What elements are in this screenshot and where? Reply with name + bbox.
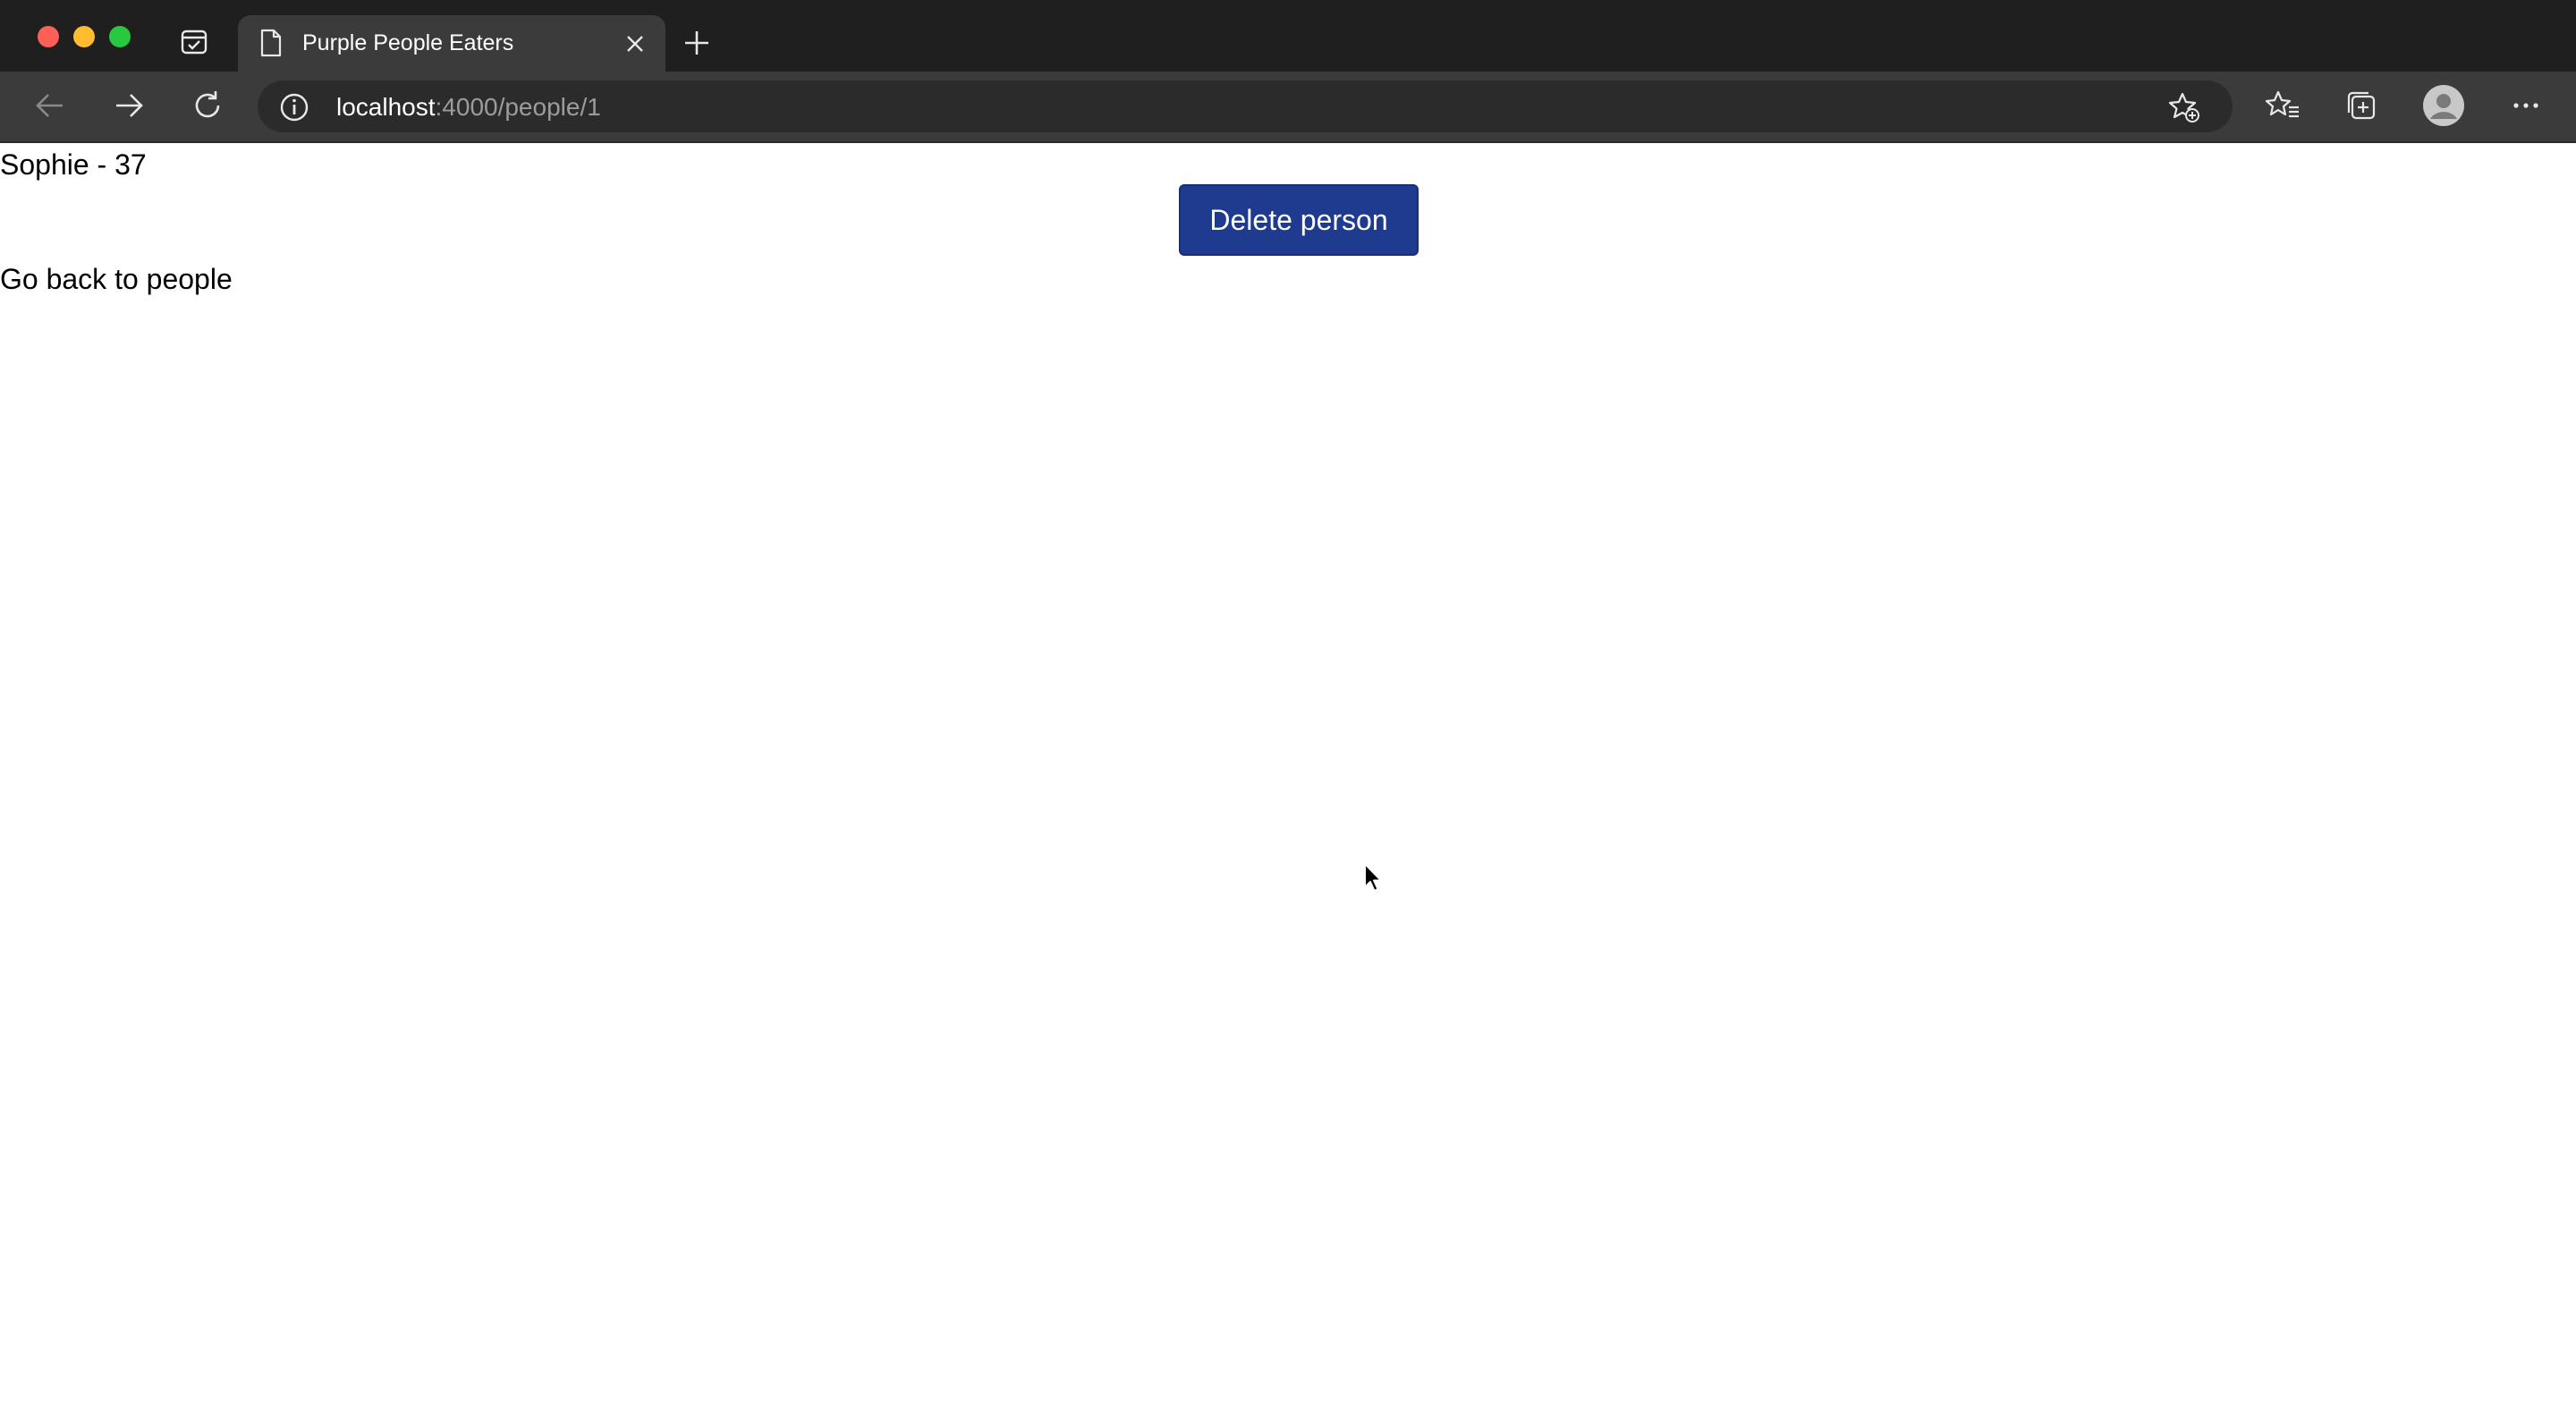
url-host: localhost: [336, 93, 436, 121]
tab-active[interactable]: Purple People Eaters: [238, 15, 665, 72]
profile-icon[interactable]: [2422, 84, 2465, 127]
page-content: Sophie - 37 Delete person Go back to peo…: [0, 143, 2576, 1413]
page-icon: [260, 29, 282, 57]
more-icon[interactable]: [2508, 88, 2544, 123]
url-path: :4000/people/1: [435, 93, 601, 121]
refresh-icon[interactable]: [190, 88, 225, 123]
info-icon[interactable]: [279, 92, 309, 123]
plus-icon[interactable]: [683, 30, 710, 56]
minimize-window-button[interactable]: [73, 26, 95, 47]
maximize-window-button[interactable]: [109, 26, 131, 47]
delete-person-button[interactable]: Delete person: [1179, 184, 1419, 256]
person-info: Sophie - 37: [0, 148, 147, 181]
tab-strip: Purple People Eaters: [0, 0, 2576, 72]
tab-actions-icon[interactable]: [181, 30, 208, 55]
collections-icon[interactable]: [2343, 88, 2379, 123]
mouse-cursor-icon: [1364, 863, 1382, 892]
address-bar[interactable]: localhost:4000/people/1: [258, 80, 2233, 132]
favorites-icon[interactable]: [2265, 88, 2301, 123]
browser-toolbar: localhost:4000/people/1: [0, 72, 2576, 143]
arrow-left-icon[interactable]: [32, 88, 68, 123]
close-window-button[interactable]: [38, 26, 59, 47]
back-to-people-link[interactable]: Go back to people: [0, 261, 233, 297]
browser-window: Purple People Eaters localhost:4000/peop…: [0, 0, 2576, 1413]
url-text[interactable]: localhost:4000/people/1: [336, 93, 601, 122]
arrow-right-icon[interactable]: [111, 88, 147, 123]
close-icon[interactable]: [624, 33, 646, 55]
tab-title: Purple People Eaters: [302, 30, 514, 55]
star-add-icon[interactable]: [2168, 91, 2200, 123]
